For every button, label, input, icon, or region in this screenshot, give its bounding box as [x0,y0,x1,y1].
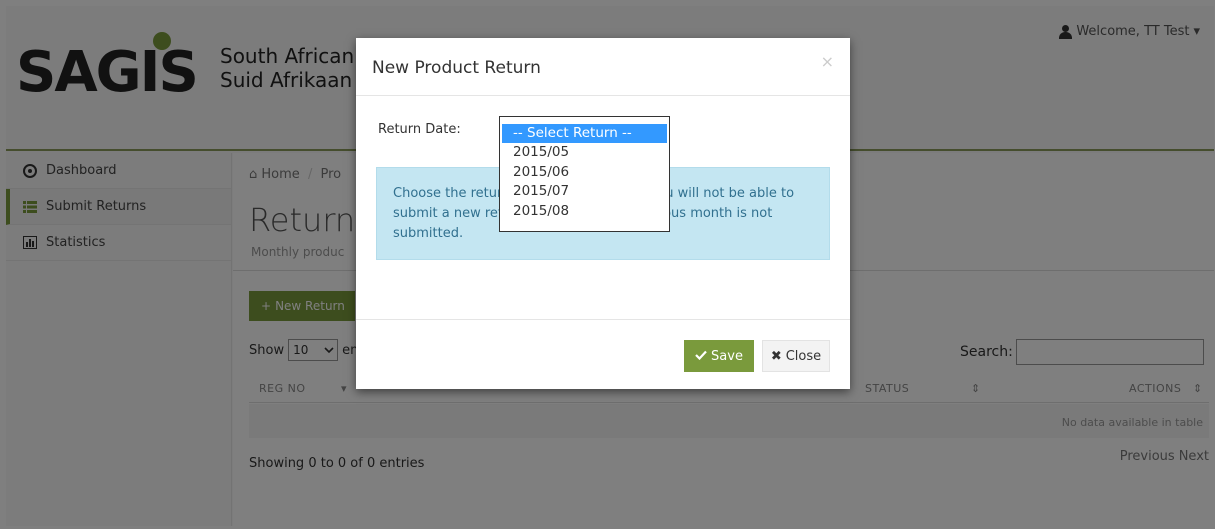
modal-header: New Product Return × [356,38,850,96]
return-date-label: Return Date: [378,122,461,137]
save-button[interactable]: Save [684,340,754,372]
save-label: Save [711,348,743,364]
return-option[interactable]: -- Select Return -- [502,124,667,144]
return-date-dropdown[interactable]: -- Select Return -- 2015/05 2015/06 2015… [499,116,670,232]
return-option[interactable]: 2015/05 [502,143,667,162]
close-icon[interactable]: × [821,52,834,71]
x-icon: ✖ [770,348,782,364]
close-button[interactable]: ✖ Close [762,340,830,372]
check-icon [695,349,707,364]
return-option[interactable]: 2015/07 [502,182,667,201]
return-option[interactable]: 2015/08 [502,202,667,221]
modal-title: New Product Return [372,58,541,78]
modal-footer: Save ✖ Close [356,319,850,389]
return-option[interactable]: 2015/06 [502,163,667,182]
close-label: Close [785,348,822,364]
